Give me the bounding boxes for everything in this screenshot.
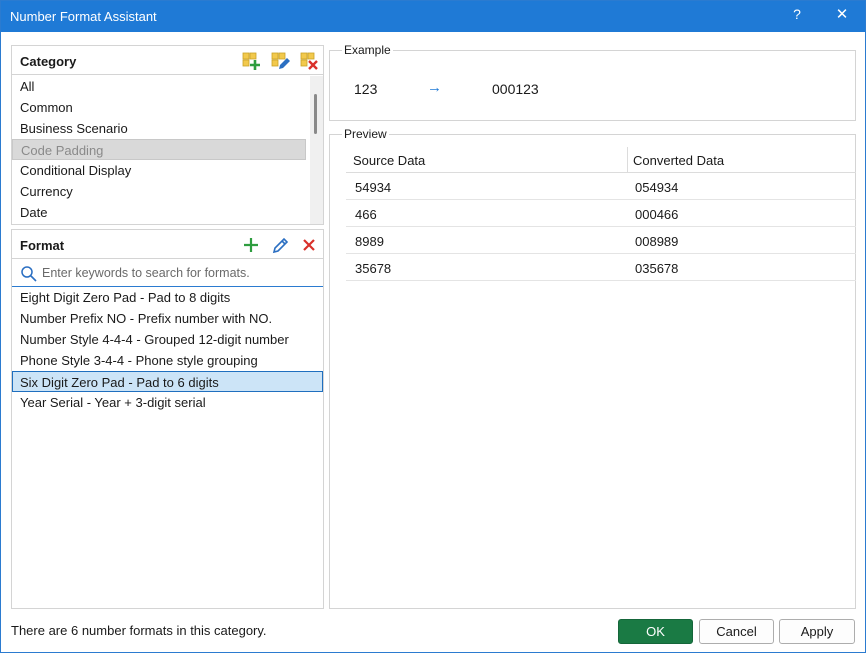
add-format-icon[interactable]: [241, 235, 261, 255]
close-button[interactable]: ✕: [827, 5, 857, 27]
delete-category-icon[interactable]: [299, 51, 319, 71]
category-label: Category: [20, 54, 77, 69]
table-row[interactable]: 54934 054934: [346, 173, 856, 200]
category-scrollbar[interactable]: [310, 76, 323, 224]
source-cell: 466: [355, 207, 377, 222]
format-item-selected[interactable]: Six Digit Zero Pad - Pad to 6 digits: [12, 371, 323, 392]
preview-legend: Preview: [342, 127, 389, 141]
arrow-right-icon: →: [427, 79, 442, 96]
format-item[interactable]: Phone Style 3-4-4 - Phone style grouping: [20, 350, 258, 371]
edit-category-icon[interactable]: [270, 51, 290, 71]
category-item-conditional-display[interactable]: Conditional Display: [20, 160, 131, 181]
converted-cell: 008989: [635, 234, 679, 249]
format-item[interactable]: Number Prefix NO - Prefix number with NO…: [20, 308, 272, 329]
preview-table-header: Source Data Converted Data: [346, 145, 856, 173]
category-header: Category: [12, 46, 323, 75]
format-header: Format: [12, 230, 323, 259]
example-converted-value: 000123: [492, 81, 539, 97]
column-divider[interactable]: [627, 147, 628, 173]
converted-cell: 035678: [635, 261, 679, 276]
table-row[interactable]: 35678 035678: [346, 254, 856, 281]
cancel-button[interactable]: Cancel: [699, 619, 774, 644]
table-row[interactable]: 8989 008989: [346, 227, 856, 254]
category-item-business-scenario[interactable]: Business Scenario: [20, 118, 128, 139]
converted-cell: 054934: [635, 180, 679, 195]
edit-format-icon[interactable]: [270, 235, 290, 255]
source-cell: 35678: [355, 261, 392, 276]
format-item[interactable]: Number Style 4-4-4 - Grouped 12-digit nu…: [20, 329, 289, 350]
help-button[interactable]: ?: [785, 6, 809, 26]
category-item-common[interactable]: Common: [20, 97, 73, 118]
add-category-icon[interactable]: [241, 51, 261, 71]
category-list: All Common Business Scenario Code Paddin…: [12, 76, 310, 224]
category-panel: Category All Common Business Scenario Co…: [11, 45, 324, 225]
ok-button[interactable]: OK: [618, 619, 693, 644]
category-item-currency[interactable]: Currency: [20, 181, 73, 202]
delete-format-icon[interactable]: [299, 235, 319, 255]
window-title: Number Format Assistant: [10, 9, 157, 24]
format-search-input[interactable]: [42, 264, 312, 282]
example-source-value: 123: [354, 81, 378, 97]
converted-cell: 000466: [635, 207, 679, 222]
format-item[interactable]: Year Serial - Year + 3-digit serial: [20, 392, 206, 413]
source-cell: 54934: [355, 180, 392, 195]
column-header-source[interactable]: Source Data: [353, 153, 425, 168]
title-bar: Number Format Assistant ? ✕: [1, 1, 865, 32]
category-item-date[interactable]: Date: [20, 202, 47, 223]
format-panel: Format Eight: [11, 229, 324, 609]
search-icon: [20, 265, 38, 283]
example-legend: Example: [342, 43, 393, 57]
category-item-all[interactable]: All: [20, 76, 34, 97]
table-row[interactable]: 466 000466: [346, 200, 856, 227]
category-item-code-padding[interactable]: Code Padding: [12, 139, 306, 160]
category-scroll-thumb[interactable]: [314, 94, 317, 134]
apply-button[interactable]: Apply: [779, 619, 855, 644]
status-text: There are 6 number formats in this categ…: [11, 623, 267, 638]
source-cell: 8989: [355, 234, 384, 249]
format-search-box: [12, 260, 323, 287]
example-group: Example 123 → 000123: [329, 43, 856, 121]
format-item[interactable]: Eight Digit Zero Pad - Pad to 8 digits: [20, 287, 230, 308]
dialog-window: Number Format Assistant ? ✕ Category All…: [0, 0, 866, 653]
preview-group: Preview Source Data Converted Data 54934…: [329, 127, 856, 609]
format-label: Format: [20, 238, 65, 253]
column-header-converted[interactable]: Converted Data: [633, 153, 724, 168]
